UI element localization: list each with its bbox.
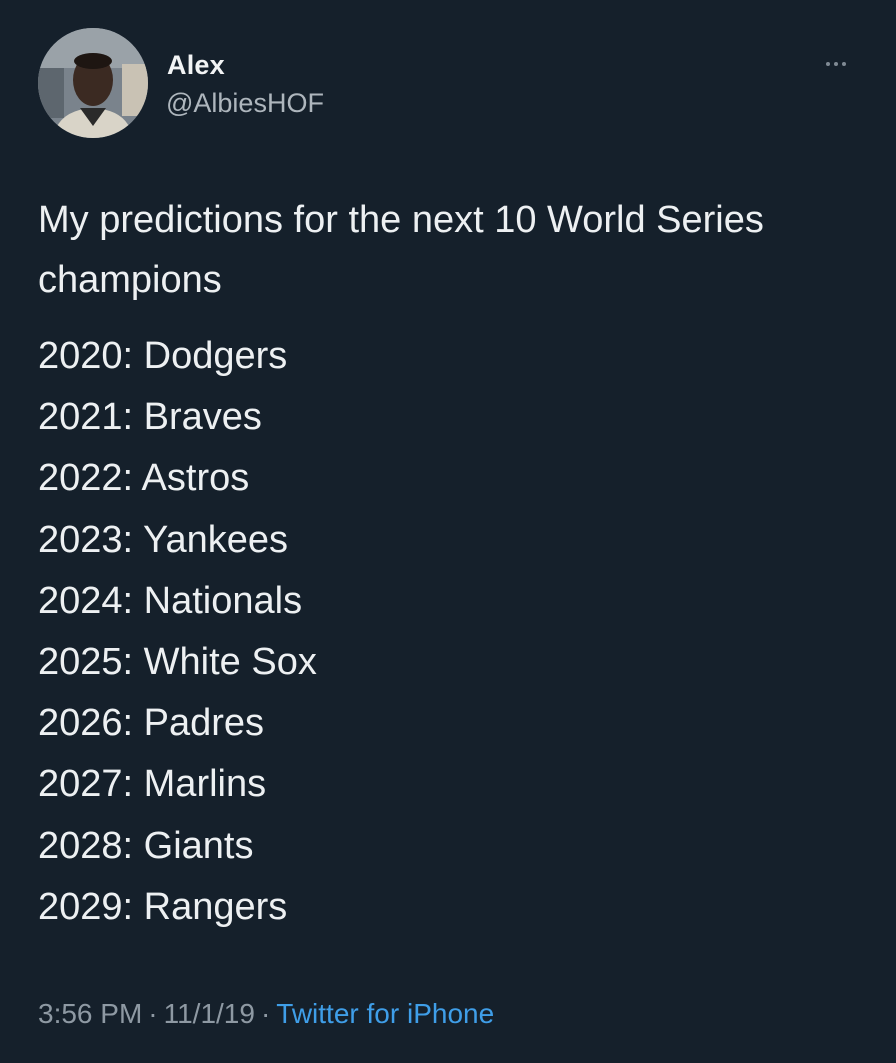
prediction-list: 2020: Dodgers 2021: Braves 2022: Astros …	[38, 326, 317, 938]
meta-separator: ·	[260, 998, 271, 1029]
tweet-time[interactable]: 3:56 PM	[38, 998, 142, 1029]
prediction-item: 2029: Rangers	[38, 885, 288, 928]
prediction-item: 2026: Padres	[38, 702, 265, 745]
tweet-meta: 3:56 PM · 11/1/19 · Twitter for iPhone	[38, 998, 494, 1030]
meta-separator: ·	[148, 998, 158, 1029]
prediction-item: 2028: Giants	[38, 824, 254, 867]
prediction-item: 2023: Yankees	[38, 518, 289, 561]
prediction-item: 2022: Astros	[38, 457, 250, 500]
tweet-card: Alex @AlbiesHOF My predictions for the n…	[0, 0, 896, 1063]
more-options-icon[interactable]	[818, 52, 854, 76]
prediction-item: 2025: White Sox	[38, 641, 317, 684]
author-name[interactable]: Alex	[167, 50, 225, 81]
tweet-date[interactable]: 11/1/19	[164, 998, 255, 1029]
tweet-text: My predictions for the next 10 World Ser…	[38, 199, 764, 301]
prediction-item: 2021: Braves	[38, 396, 262, 439]
dot	[842, 62, 846, 66]
avatar[interactable]	[38, 28, 148, 138]
dot	[834, 62, 838, 66]
prediction-item: 2027: Marlins	[38, 763, 267, 806]
author-handle[interactable]: @AlbiesHOF	[166, 88, 324, 119]
profile-photo	[38, 28, 148, 138]
prediction-item: 2020: Dodgers	[38, 335, 288, 377]
prediction-item: 2024: Nationals	[38, 579, 303, 622]
tweet-source-link[interactable]: Twitter for iPhone	[276, 998, 494, 1029]
dot	[826, 62, 830, 66]
